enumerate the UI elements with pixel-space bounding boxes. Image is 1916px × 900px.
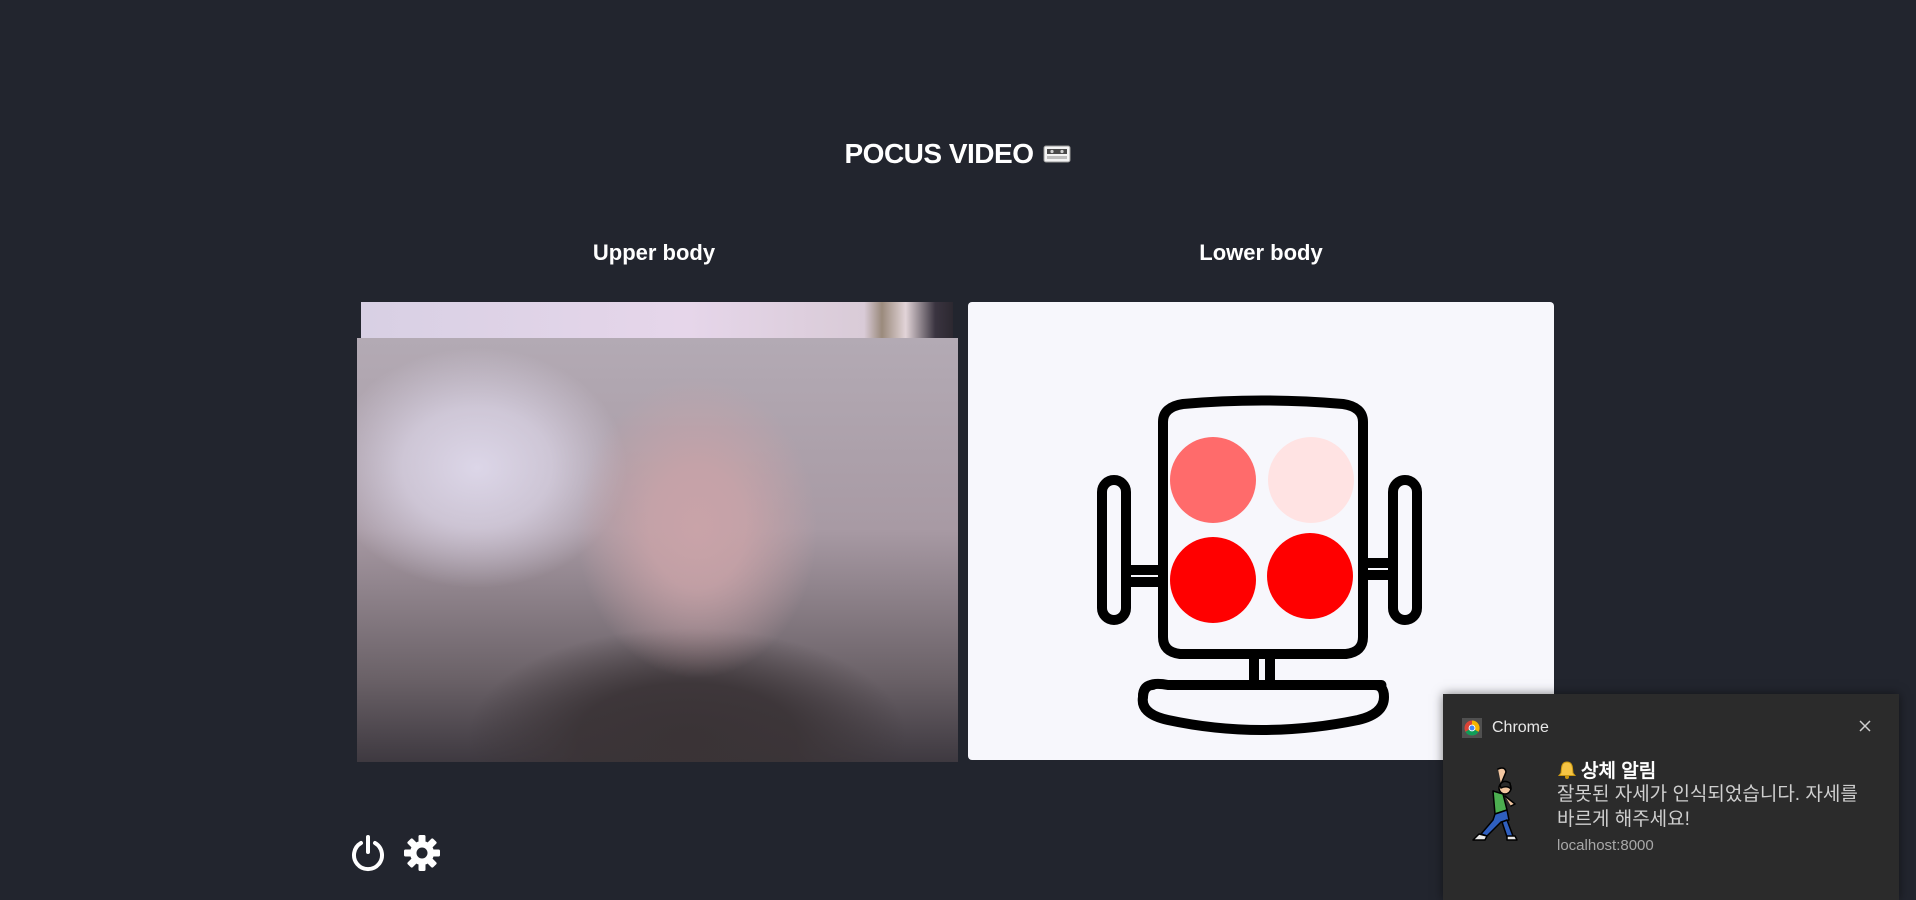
lower-body-panel bbox=[968, 302, 1554, 760]
notification-source: localhost:8000 bbox=[1557, 837, 1654, 854]
power-button[interactable] bbox=[348, 833, 388, 873]
chrome-icon bbox=[1462, 718, 1482, 738]
system-notification[interactable]: Chrome 상체 알림 잘못된 자세가 인식되었습니다. 자세를 바르게 해주… bbox=[1443, 694, 1899, 900]
notification-body: 잘못된 자세가 인식되었습니다. 자세를 바르게 해주세요! bbox=[1557, 784, 1858, 830]
close-icon[interactable] bbox=[1855, 716, 1875, 736]
zone-top-left bbox=[1170, 437, 1256, 523]
page-title-text: POCUS VIDEO bbox=[844, 138, 1034, 169]
zone-bottom-left bbox=[1170, 537, 1256, 623]
settings-button[interactable] bbox=[402, 833, 442, 873]
zone-top-right bbox=[1268, 437, 1354, 523]
bell-icon bbox=[1557, 760, 1577, 779]
webcam-feed-blurred bbox=[357, 338, 958, 762]
upper-body-label: Upper body bbox=[592, 240, 716, 265]
upper-body-video bbox=[357, 302, 958, 762]
stretching-person-icon bbox=[1472, 767, 1518, 841]
webcam-feed-strip bbox=[361, 302, 953, 342]
seat-pressure-sensor-icon bbox=[1097, 395, 1422, 735]
notification-title-text: 상체 알림 bbox=[1581, 761, 1657, 782]
control-bar bbox=[348, 832, 442, 874]
app-window: POCUS VIDEO Upper body Lower body Chrome… bbox=[0, 0, 1916, 900]
video-tape-icon bbox=[1043, 145, 1071, 163]
page-title: POCUS VIDEO bbox=[0, 138, 1916, 170]
gear-icon bbox=[404, 835, 440, 871]
notification-title: 상체 알림 bbox=[1557, 756, 1656, 783]
lower-body-label: Lower body bbox=[1199, 240, 1323, 265]
notification-app-name: Chrome bbox=[1492, 719, 1549, 736]
notification-header: Chrome bbox=[1462, 718, 1549, 738]
zone-bottom-right bbox=[1267, 533, 1353, 619]
power-icon bbox=[352, 835, 384, 872]
